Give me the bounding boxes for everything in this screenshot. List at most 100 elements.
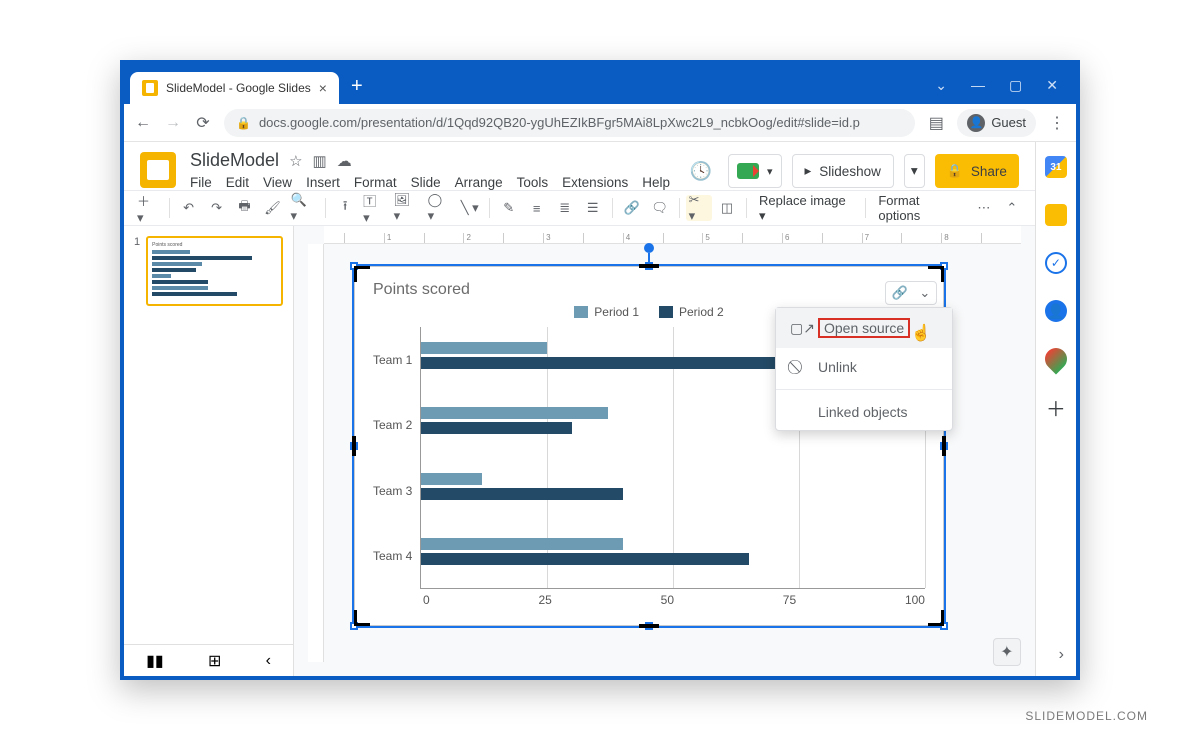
menu-view[interactable]: View — [263, 175, 292, 190]
slideshow-dropdown[interactable]: ▾ — [904, 154, 925, 188]
open-source-item[interactable]: ▢↗ Open source — [776, 308, 952, 348]
thumb-number: 1 — [134, 236, 140, 306]
bar — [421, 488, 622, 500]
zoom-icon[interactable]: 🔍 ▾ — [288, 195, 320, 221]
menu-help[interactable]: Help — [642, 175, 670, 190]
menu-edit[interactable]: Edit — [226, 175, 249, 190]
bar — [421, 407, 607, 419]
addons-plus-icon[interactable]: ＋ — [1045, 396, 1067, 418]
more-icon[interactable]: ⋯ — [971, 195, 997, 221]
menu-format[interactable]: Format — [354, 175, 397, 190]
crop-corner[interactable] — [354, 610, 370, 626]
link-icon[interactable]: 🔗 — [619, 195, 645, 221]
comment-icon[interactable]: 🗨 — [647, 195, 673, 221]
history-icon[interactable]: 🕓 — [684, 154, 718, 188]
mask-icon[interactable]: ◫ — [714, 195, 740, 221]
slideshow-button[interactable]: ▸ Slideshow — [792, 154, 894, 188]
menu-extensions[interactable]: Extensions — [562, 175, 628, 190]
linked-objects-item[interactable]: Linked objects — [776, 394, 952, 430]
line-icon[interactable]: ╲ ▾ — [457, 195, 483, 221]
share-button[interactable]: 🔒 Share — [935, 154, 1019, 188]
close-tab-icon[interactable]: × — [319, 80, 327, 96]
collapse-toolbar-icon[interactable]: ⌃ — [999, 195, 1025, 221]
address-bar: ← → ⟳ 🔒 docs.google.com/presentation/d/1… — [124, 104, 1076, 142]
select-tool-icon[interactable]: ⭱ — [332, 195, 358, 221]
slides-logo-icon[interactable] — [140, 152, 176, 188]
lock-icon: 🔒 — [947, 163, 963, 179]
rotate-handle[interactable] — [644, 243, 654, 253]
slide-thumbnail[interactable]: 1 Points scored — [134, 236, 283, 306]
spacing-icon[interactable]: ☰ — [580, 195, 606, 221]
bar — [421, 422, 572, 434]
menu-insert[interactable]: Insert — [306, 175, 340, 190]
chart-title: Points scored — [373, 281, 925, 299]
explore-button[interactable]: ✦ — [993, 638, 1021, 666]
toolbar: ＋ ▾ ↶ ↷ 🖶 🖌 🔍 ▾ ⭱ 🅃 ▾ 🖼 ▾ ◯ ▾ ╲ ▾ ✎ ≡ ≣ … — [124, 190, 1035, 226]
image-icon[interactable]: 🖼 ▾ — [391, 195, 423, 221]
print-icon[interactable]: 🖶 — [232, 195, 258, 221]
doc-title[interactable]: SlideModel — [190, 150, 279, 171]
reload-icon[interactable]: ⟳ — [194, 113, 212, 133]
replace-image-button[interactable]: Replace image ▾ — [753, 193, 859, 224]
contacts-icon[interactable]: 👤 — [1045, 300, 1067, 322]
shape-icon[interactable]: ◯ ▾ — [425, 195, 455, 221]
cloud-icon[interactable]: ☁ — [337, 152, 352, 170]
open-source-label: Open source — [818, 318, 910, 338]
star-icon[interactable]: ☆ — [289, 152, 302, 170]
profile-chip[interactable]: 👤 Guest — [957, 109, 1036, 137]
crop-edge[interactable] — [942, 436, 946, 456]
crop-corner[interactable] — [928, 610, 944, 626]
close-window-icon[interactable]: ✕ — [1046, 77, 1058, 94]
url-field[interactable]: 🔒 docs.google.com/presentation/d/1Qqd92Q… — [224, 109, 915, 137]
align-icon[interactable]: ≡ — [524, 195, 550, 221]
chrome-window: SlideModel - Google Slides × + ⌄ — ▢ ✕ ←… — [120, 60, 1080, 680]
forward-icon[interactable]: → — [164, 114, 182, 132]
reader-icon[interactable]: ▤ — [927, 113, 945, 133]
align2-icon[interactable]: ≣ — [552, 195, 578, 221]
tasks-icon[interactable]: ✓ — [1045, 252, 1067, 274]
menu-arrange[interactable]: Arrange — [455, 175, 503, 190]
crop-edge[interactable] — [639, 264, 659, 268]
menu-slide[interactable]: Slide — [411, 175, 441, 190]
menu-tools[interactable]: Tools — [517, 175, 549, 190]
x-axis-labels: 0255075100 — [373, 589, 925, 607]
undo-icon[interactable]: ↶ — [176, 195, 202, 221]
filmstrip-view-icon[interactable]: ▮▮ — [146, 651, 164, 671]
maps-icon[interactable] — [1040, 343, 1071, 374]
canvas-area[interactable]: 12345678 — [294, 226, 1035, 676]
format-options-button[interactable]: Format options — [872, 193, 968, 223]
crop-corner[interactable] — [354, 266, 370, 282]
calendar-icon[interactable]: 31 — [1045, 156, 1067, 178]
kebab-icon[interactable]: ⋮ — [1048, 113, 1066, 133]
dropdown-caret-icon[interactable]: ⌄ — [935, 77, 947, 94]
crop-edge[interactable] — [352, 436, 356, 456]
back-icon[interactable]: ← — [134, 114, 152, 132]
browser-tab[interactable]: SlideModel - Google Slides × — [130, 72, 339, 104]
grid-view-icon[interactable]: ⊞ — [208, 651, 221, 671]
minimize-icon[interactable]: — — [971, 77, 985, 94]
slide-canvas[interactable]: 🔗 ⌄ ▢↗ Open source ⃠ Unlink — [354, 266, 944, 626]
crop-icon[interactable]: ✂ ▾ — [686, 195, 712, 221]
textbox-icon[interactable]: 🅃 ▾ — [360, 195, 389, 221]
redo-icon[interactable]: ↷ — [204, 195, 230, 221]
linked-chart-menu: ▢↗ Open source ⃠ Unlink Linked objects — [775, 307, 953, 431]
collapse-thumb-icon[interactable]: ‹ — [266, 652, 271, 670]
paint-format-icon[interactable]: 🖌 — [260, 195, 286, 221]
meet-button[interactable]: ▾ — [728, 154, 782, 188]
new-tab-button[interactable]: + — [339, 75, 375, 104]
linked-objects-label: Linked objects — [818, 404, 908, 420]
maximize-icon[interactable]: ▢ — [1009, 77, 1022, 94]
crop-edge[interactable] — [639, 624, 659, 628]
pen-icon[interactable]: ✎ — [496, 195, 522, 221]
menu-file[interactable]: File — [190, 175, 212, 190]
keep-icon[interactable] — [1045, 204, 1067, 226]
menu-separator — [776, 389, 952, 390]
bar — [421, 357, 799, 369]
rail-toggle-icon[interactable]: › — [1059, 646, 1064, 664]
move-icon[interactable]: ▥ — [313, 152, 327, 170]
new-slide-button[interactable]: ＋ ▾ — [134, 195, 163, 221]
legend-label: Period 1 — [594, 305, 639, 319]
crop-corner[interactable] — [928, 266, 944, 282]
unlink-item[interactable]: ⃠ Unlink — [776, 348, 952, 385]
editor-area: 1 Points scored ▮▮ ⊞ ‹ — [124, 226, 1035, 676]
